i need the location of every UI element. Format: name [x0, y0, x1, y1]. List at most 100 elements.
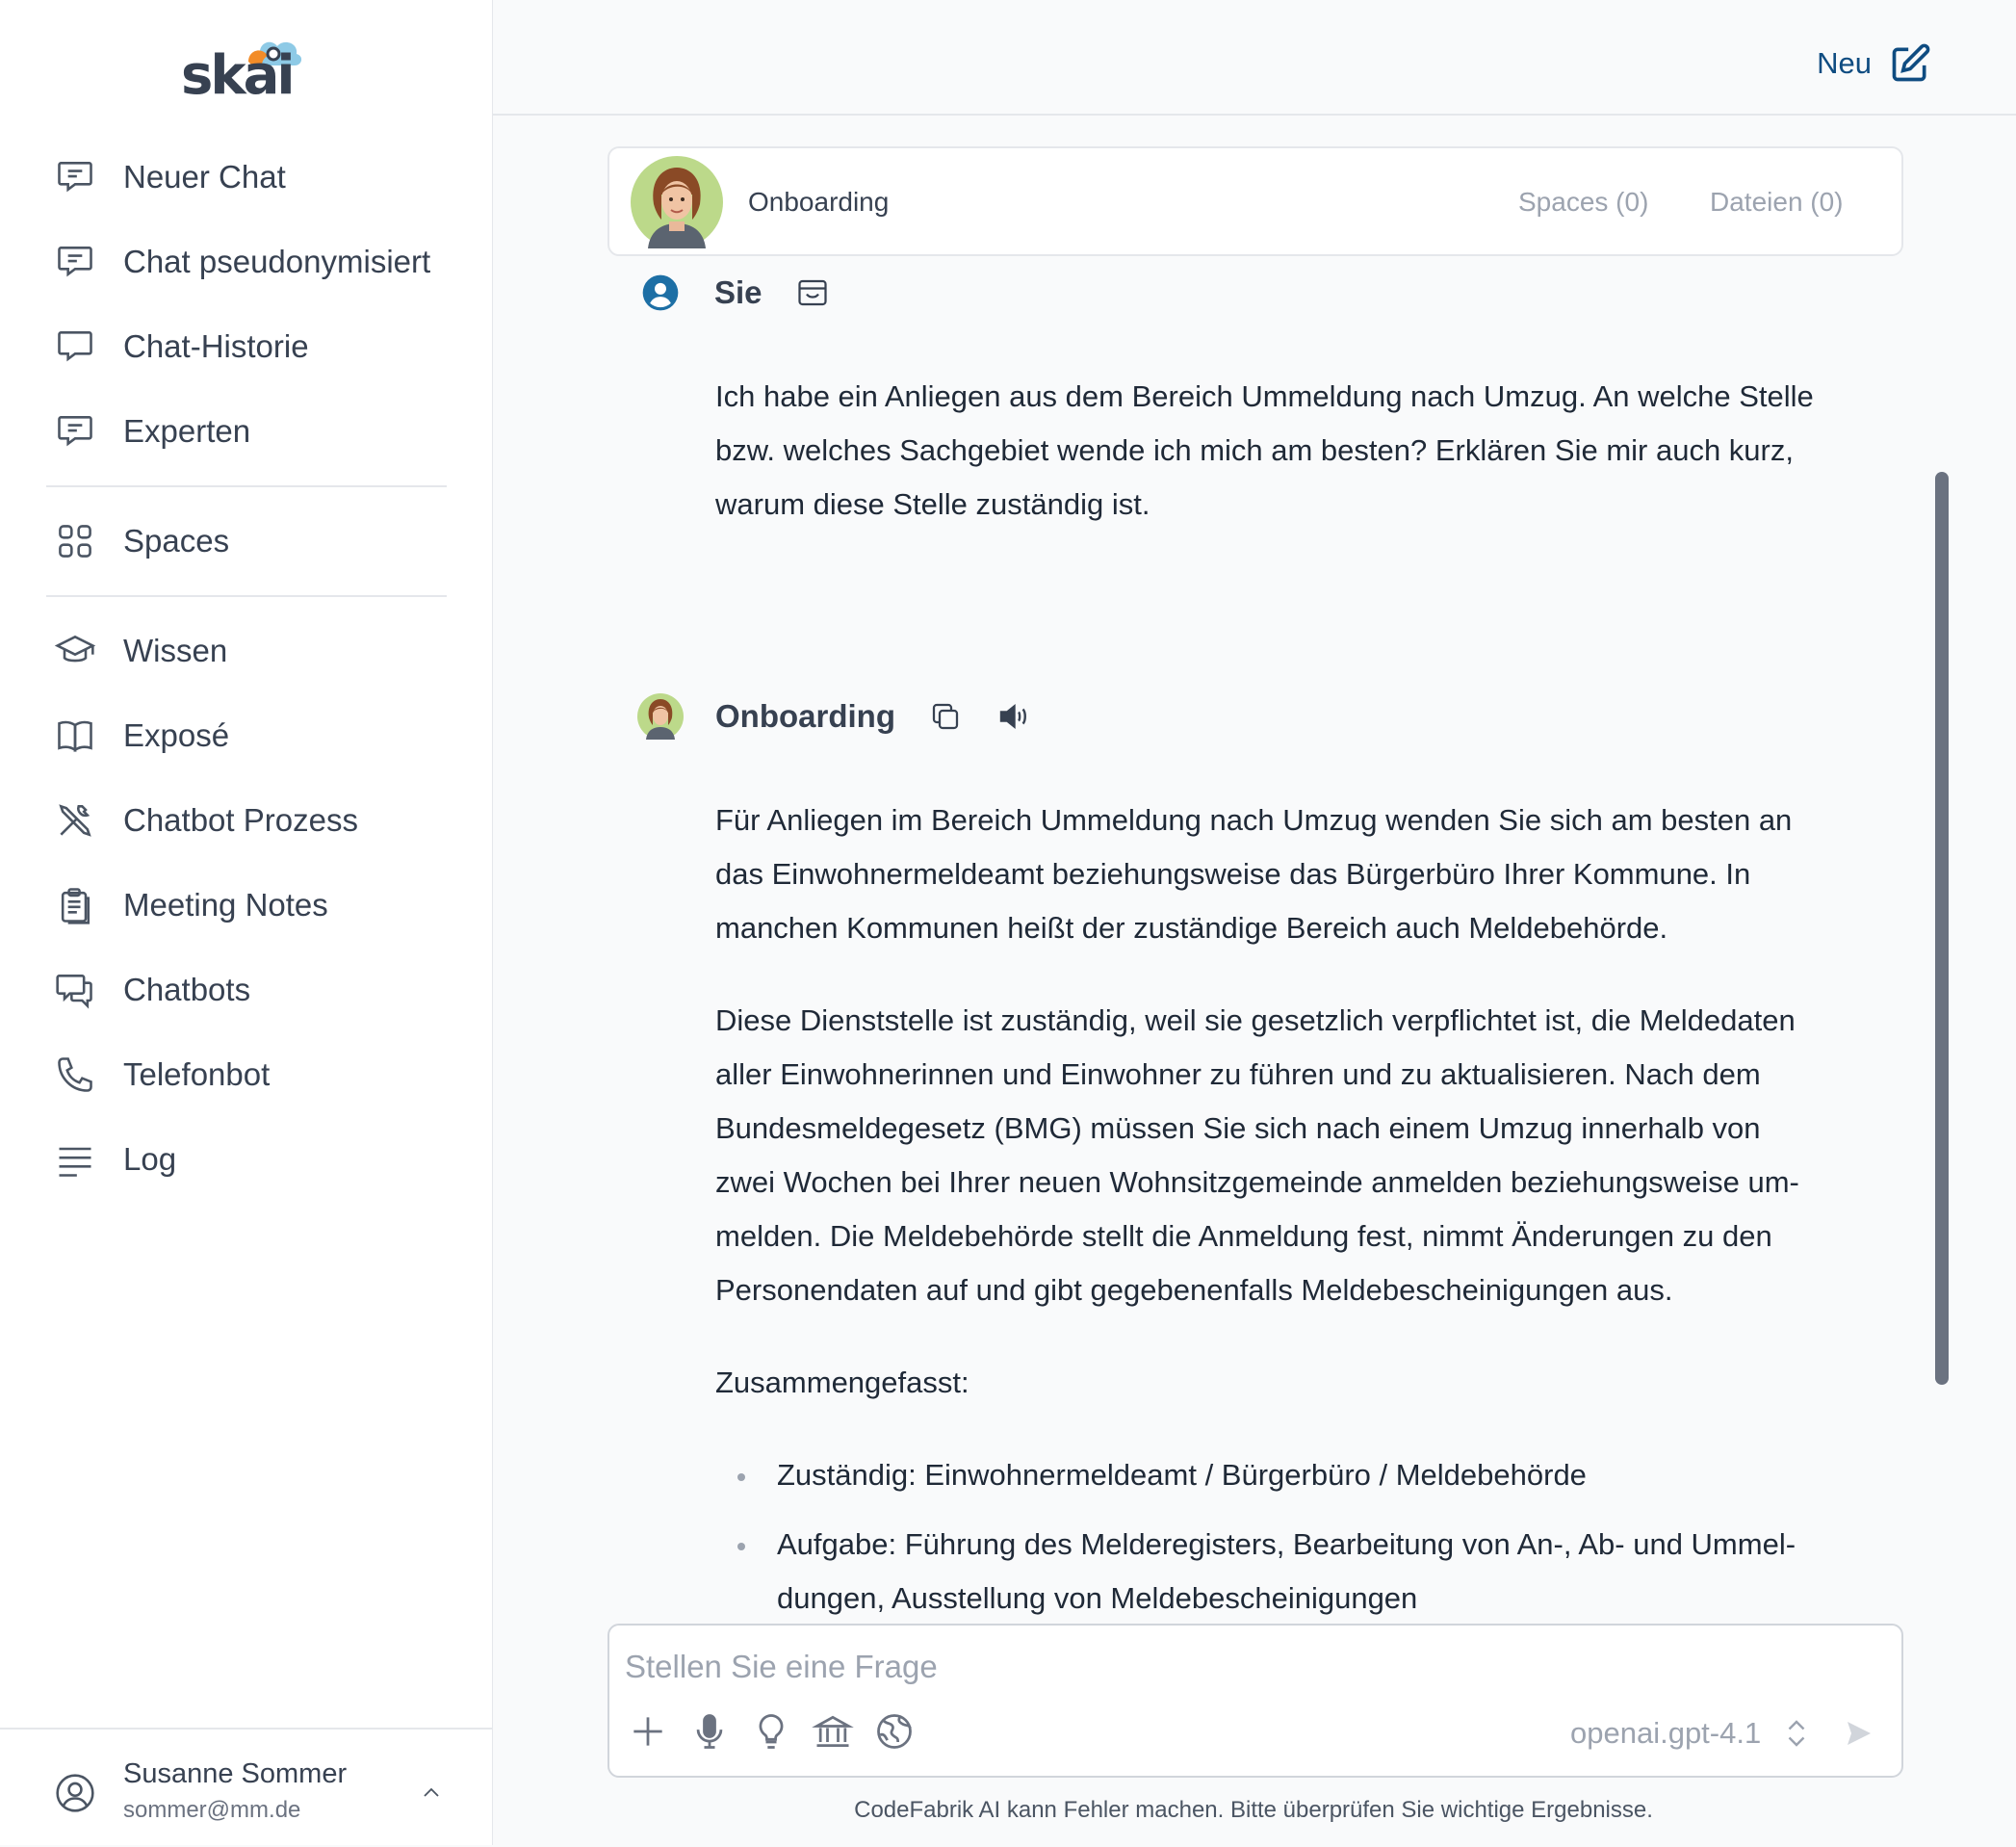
- nav-item-label: Spaces: [123, 523, 230, 559]
- nav-item-label: Telefonbot: [123, 1056, 271, 1092]
- send-icon[interactable]: [1844, 1718, 1874, 1749]
- message-author: Sie: [714, 274, 762, 310]
- text-line: Diese Dienststelle ist zuständig, weil s…: [715, 1003, 1796, 1037]
- text-line: zwei Wochen bei Ihrer neuen Wohnsitzgeme…: [715, 1165, 1799, 1199]
- nav-item-expose[interactable]: Exposé: [54, 707, 229, 765]
- archive-icon[interactable]: [795, 275, 830, 310]
- user-message-header: Sie: [641, 273, 830, 312]
- logo[interactable]: skai: [179, 29, 323, 107]
- text-line: das Einwohnermeldeamt beziehungsweise da…: [715, 857, 1751, 891]
- spaces-link[interactable]: Spaces (0): [1518, 187, 1648, 218]
- assistant-bar: Onboarding Spaces (0) Dateien (0): [607, 146, 1903, 256]
- list-item: Aufgabe: Führung des Melderegisters, Bea…: [777, 1518, 1884, 1626]
- model-selector[interactable]: openai.gpt-4.1: [1570, 1716, 1761, 1751]
- chevron-updown-icon[interactable]: [1784, 1716, 1809, 1751]
- user-name: Susanne Sommer: [123, 1758, 348, 1789]
- text-line: bzw. welches Sachgebiet wende ich mich a…: [715, 433, 1794, 467]
- grid-icon: [59, 525, 91, 558]
- nav-item-label: Experten: [123, 413, 251, 449]
- nav-item-label: Chat pseudonymisiert: [123, 244, 431, 279]
- text-line: Aufgabe: Führung des Melderegisters, Bea…: [777, 1527, 1796, 1561]
- bot-paragraph-1: Für Anliegen im Bereich Ummeldung nach U…: [715, 793, 1871, 955]
- wrench-screwdriver-icon: [59, 804, 91, 837]
- lightbulb-icon[interactable]: [750, 1710, 792, 1753]
- text-line: melden. Die Meldebehörde stellt die Anme…: [715, 1219, 1772, 1253]
- nav-item-label: Exposé: [123, 717, 230, 753]
- list-bullet: [737, 1473, 745, 1481]
- text-line: Für Anliegen im Bereich Ummeldung nach U…: [715, 803, 1793, 837]
- text-line: Zusammengefasst:: [715, 1366, 969, 1399]
- edit-icon: [1892, 43, 1930, 82]
- question-input[interactable]: Stellen Sie eine Frage: [625, 1649, 938, 1685]
- chat-input-box: Stellen Sie eine Frage openai.gpt-4.1: [607, 1624, 1903, 1778]
- chat-bubbles-icon: [56, 975, 92, 1009]
- text-line: Ich habe ein Anliegen aus dem Bereich Um…: [715, 379, 1814, 413]
- globe-icon[interactable]: [873, 1710, 916, 1753]
- user-email: sommer@mm.de: [123, 1797, 301, 1823]
- assistant-name: Onboarding: [748, 187, 890, 217]
- user-message-text: Ich habe ein Anliegen aus dem Bereich Um…: [715, 370, 1871, 532]
- chat-bubble-lines-icon: [58, 247, 92, 277]
- graduation-cap-icon: [54, 635, 96, 663]
- nav-item-chat-historie[interactable]: Chat-Historie: [54, 318, 309, 376]
- bot-paragraph-2: Diese Dienststelle ist zuständig, weil s…: [715, 994, 1871, 1317]
- plus-icon[interactable]: [627, 1710, 669, 1753]
- text-line: Zuständig: Einwohnermeldeamt / Bürgerbür…: [777, 1458, 1587, 1492]
- chevron-up-icon[interactable]: [420, 1782, 443, 1805]
- nav-item-telefonbot[interactable]: Telefonbot: [54, 1046, 270, 1104]
- sidebar-divider: [46, 595, 447, 597]
- new-chat-button[interactable]: Neu: [1817, 42, 1931, 85]
- nav-item-spaces[interactable]: Spaces: [54, 512, 229, 570]
- clipboard-icon: [61, 888, 90, 924]
- nav-item-experten[interactable]: Experten: [54, 403, 250, 460]
- nav-item-label: Log: [123, 1141, 177, 1177]
- sidebar: skai Neuer Chat Chat pseudonymisiert Cha…: [0, 0, 493, 1845]
- chat-bubble-lines-icon: [58, 162, 92, 193]
- assistant-avatar-small: [637, 693, 684, 740]
- nav-item-chat-pseudonymisiert[interactable]: Chat pseudonymisiert: [54, 233, 430, 291]
- nav-item-label: Chatbots: [123, 972, 251, 1007]
- chat-bubble-icon: [58, 331, 92, 362]
- summary-label: Zusammengefasst:: [715, 1356, 1871, 1410]
- text-line: dungen, Ausstellung von Meldebescheinigu…: [777, 1581, 1418, 1615]
- user-circle-icon: [56, 1774, 94, 1812]
- list-item: Zuständig: Einwohnermeldeamt / Bürgerbür…: [777, 1448, 1884, 1502]
- nav-item-chatbot-prozess[interactable]: Chatbot Prozess: [54, 792, 358, 849]
- chat-bubble-lines-icon: [58, 416, 92, 447]
- assistant-avatar: [631, 156, 723, 248]
- nav-item-label: Chatbot Prozess: [123, 802, 358, 838]
- text-line: aller Einwohnerinnen und Einwohner zu fü…: [715, 1057, 1761, 1091]
- nav-item-wissen[interactable]: Wissen: [54, 622, 227, 680]
- logo-text: skai: [181, 44, 296, 107]
- text-line: manchen Kommunen heißt der zuständige Be…: [715, 911, 1668, 945]
- book-open-icon: [58, 720, 92, 753]
- microphone-icon[interactable]: [688, 1710, 731, 1753]
- nav-item-label: Meeting Notes: [123, 887, 328, 923]
- nav-item-neuer-chat[interactable]: Neuer Chat: [54, 148, 286, 206]
- nav-item-label: Chat-Historie: [123, 328, 309, 364]
- sidebar-divider: [46, 485, 447, 487]
- nav-item-log[interactable]: Log: [54, 1131, 176, 1188]
- menu-lines-icon: [59, 1147, 91, 1177]
- nav-item-label: Wissen: [123, 633, 228, 668]
- files-link[interactable]: Dateien (0): [1710, 187, 1844, 218]
- nav-item-label: Neuer Chat: [123, 159, 286, 195]
- user-avatar-icon: [642, 274, 679, 311]
- disclaimer-text: CodeFabrik AI kann Fehler machen. Bitte …: [854, 1797, 1653, 1823]
- user-menu[interactable]: Susanne Sommer sommer@mm.de: [0, 1728, 492, 1847]
- nav-item-meeting-notes[interactable]: Meeting Notes: [54, 876, 328, 934]
- scrollbar[interactable]: [1935, 472, 1949, 1385]
- copy-icon[interactable]: [928, 699, 963, 734]
- message-author: Onboarding: [715, 698, 895, 734]
- text-line: Personendaten auf und gibt gegebenenfall…: [715, 1273, 1673, 1307]
- top-bar: Neu: [493, 0, 2016, 116]
- new-chat-label: Neu: [1817, 46, 1872, 80]
- speaker-icon[interactable]: [995, 699, 1030, 734]
- nav-item-chatbots[interactable]: Chatbots: [54, 961, 250, 1019]
- phone-icon: [58, 1057, 92, 1092]
- institution-icon[interactable]: [812, 1710, 854, 1753]
- list-bullet: [737, 1543, 745, 1550]
- text-line: warum diese Stelle zuständig ist.: [715, 487, 1150, 521]
- bot-message-header: Onboarding: [637, 693, 1030, 740]
- text-line: Bundesmeldegesetz (BMG) müssen Sie sich …: [715, 1111, 1761, 1145]
